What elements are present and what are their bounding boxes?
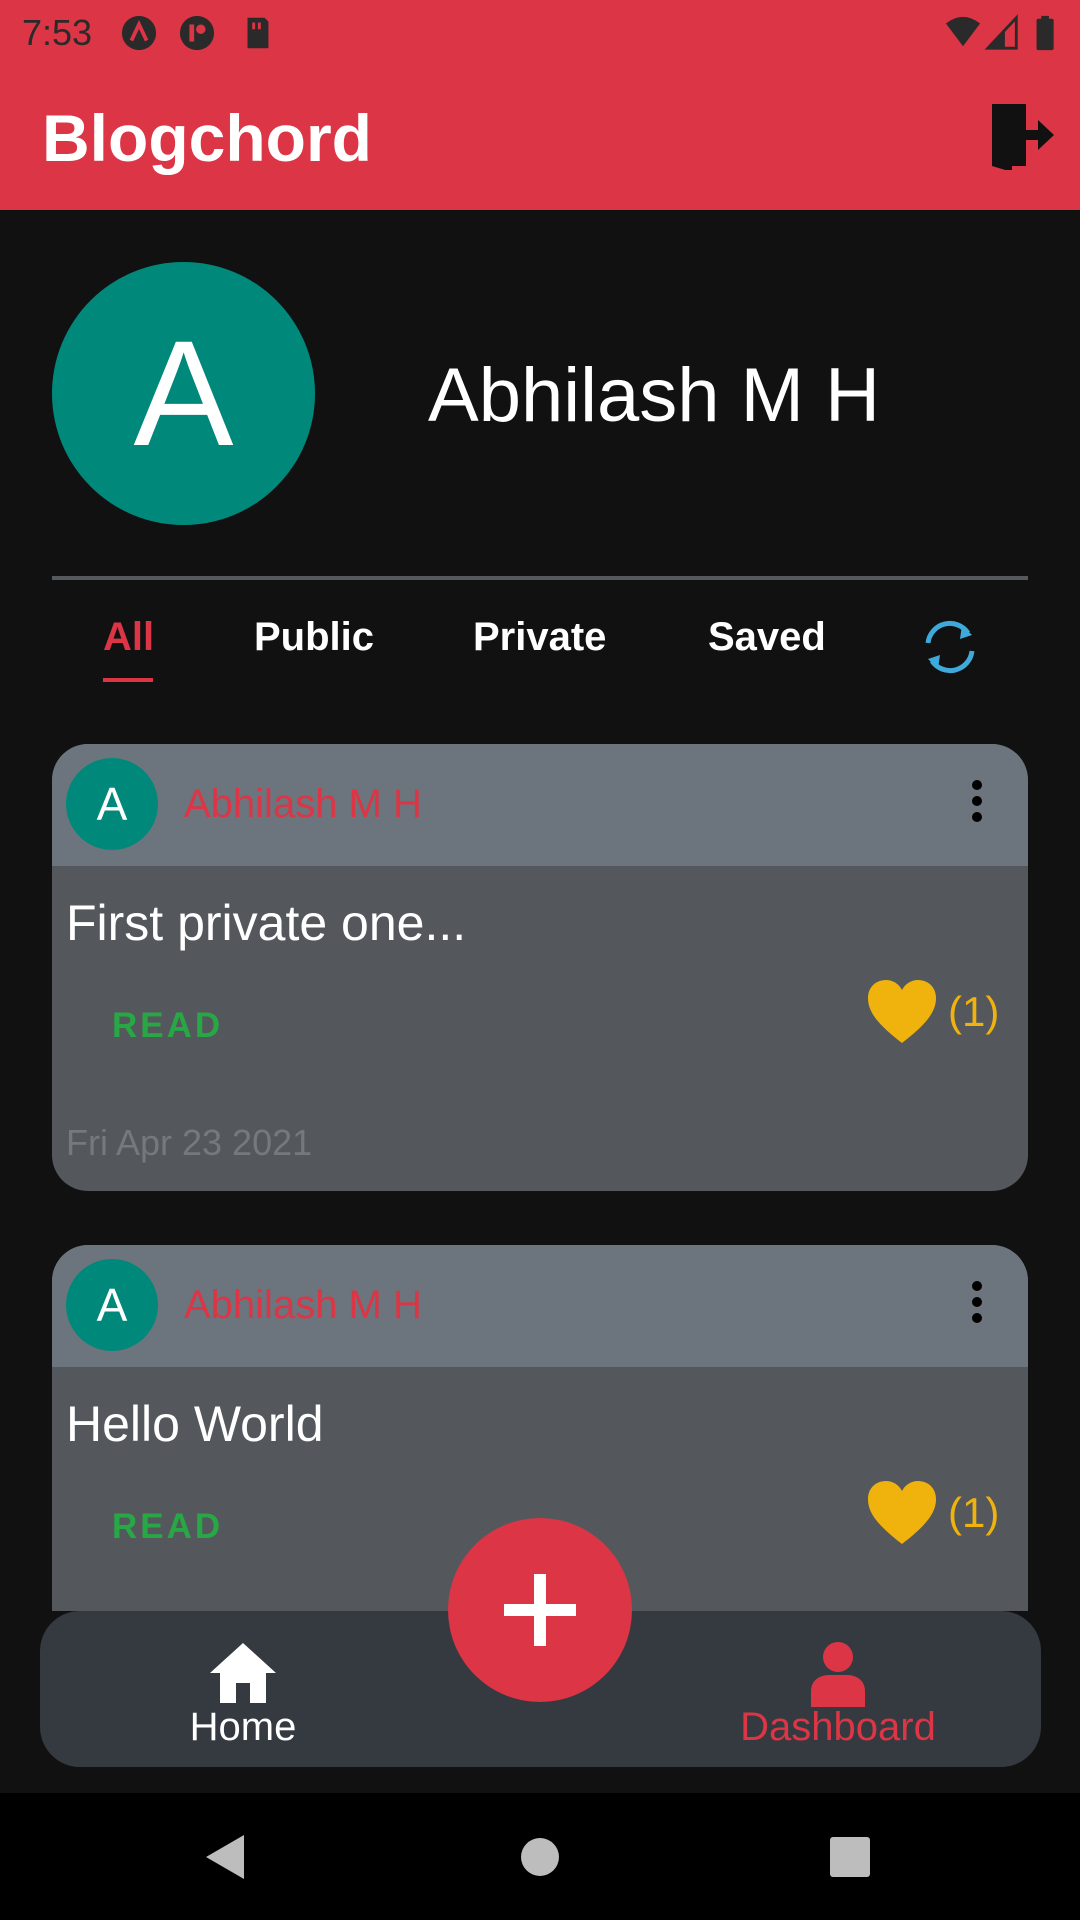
status-time: 7:53: [22, 12, 93, 53]
post-card-header: A Abhilash M H: [52, 1245, 1028, 1367]
tab-public[interactable]: Public: [254, 615, 374, 660]
post-title: Hello World: [66, 1396, 324, 1452]
tab-all[interactable]: All: [103, 615, 154, 660]
tab-saved[interactable]: Saved: [708, 615, 826, 660]
heart-icon[interactable]: [866, 979, 938, 1045]
sd-card-icon: [247, 17, 269, 49]
nav-home-label: Home: [189, 1705, 297, 1749]
read-button[interactable]: READ: [112, 1507, 223, 1547]
app-title: Blogchord: [42, 101, 372, 175]
system-nav-bar: [0, 1793, 1080, 1920]
like-count: (1): [948, 1489, 1000, 1536]
recents-icon[interactable]: [820, 1827, 880, 1887]
home-icon: [210, 1643, 276, 1703]
nav-dashboard[interactable]: Dashboard: [718, 1625, 958, 1755]
nav-dashboard-label: Dashboard: [740, 1705, 936, 1749]
profile-divider: [52, 576, 1028, 580]
status-bar: 7:53: [0, 0, 1080, 64]
like-count: (1): [948, 988, 1000, 1035]
home-circle-icon[interactable]: [510, 1827, 570, 1887]
post-date: Fri Apr 23 2021: [66, 1122, 313, 1163]
post-title: First private one...: [66, 895, 467, 951]
post-card-header: A Abhilash M H: [52, 744, 1028, 866]
app-header: 7:53 Blogchord: [0, 0, 1080, 210]
post-card: A Abhilash M H First private one... READ…: [52, 744, 1028, 1191]
tab-private[interactable]: Private: [473, 615, 606, 660]
user-icon: [811, 1642, 865, 1707]
more-options-icon[interactable]: [962, 1275, 992, 1335]
active-tab-indicator: [103, 678, 153, 682]
wifi-icon: [945, 16, 981, 47]
back-icon[interactable]: [196, 1827, 256, 1887]
add-post-button[interactable]: [448, 1518, 632, 1702]
heart-icon[interactable]: [866, 1480, 938, 1546]
refresh-icon[interactable]: [920, 617, 980, 677]
read-button[interactable]: READ: [112, 1006, 223, 1046]
author-name[interactable]: Abhilash M H: [184, 1283, 422, 1328]
author-avatar: A: [66, 1259, 158, 1351]
author-avatar: A: [66, 758, 158, 850]
profile-avatar: A: [52, 262, 315, 525]
logout-icon[interactable]: [986, 100, 1056, 170]
nav-home[interactable]: Home: [123, 1625, 363, 1755]
notification-app-icon-2: [179, 15, 215, 51]
author-name[interactable]: Abhilash M H: [184, 782, 422, 827]
cell-signal-icon: [984, 14, 1018, 50]
profile-name: Abhilash M H: [428, 353, 880, 438]
notification-app-icon: [121, 15, 157, 51]
battery-icon: [1036, 15, 1054, 51]
more-options-icon[interactable]: [962, 774, 992, 834]
